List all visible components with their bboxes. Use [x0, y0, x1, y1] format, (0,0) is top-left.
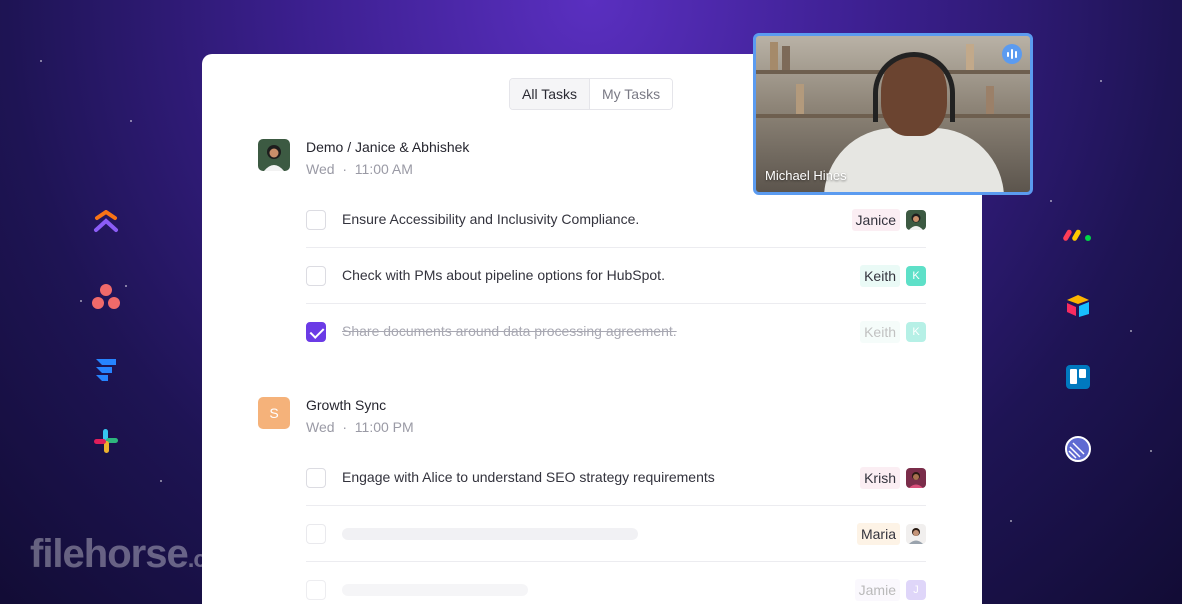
task-row: Maria — [306, 506, 926, 562]
assignee-name: Keith — [860, 265, 900, 287]
meeting-day: Wed — [306, 419, 335, 435]
separator-dot: · — [342, 161, 347, 177]
task-row: Engage with Alice to understand SEO stra… — [306, 450, 926, 506]
task-checkbox[interactable] — [306, 266, 326, 286]
task-text[interactable]: Engage with Alice to understand SEO stra… — [342, 469, 715, 485]
task-text[interactable]: Ensure Accessibility and Inclusivity Com… — [342, 211, 639, 227]
assignee-name: Maria — [856, 523, 900, 545]
avatar: K — [906, 266, 926, 286]
tab-all-tasks[interactable]: All Tasks — [510, 79, 590, 109]
task-row: Share documents around data processing a… — [306, 304, 926, 360]
book — [966, 44, 974, 70]
avatar: S — [258, 397, 290, 429]
participant-name: Michael Hines — [765, 168, 847, 183]
task-checkbox[interactable] — [306, 468, 326, 488]
meeting-time: Wed · 11:00 AM — [306, 161, 413, 177]
jira-icon[interactable] — [91, 354, 121, 384]
assignee-name: Jamie — [854, 579, 900, 601]
asana-icon[interactable] — [91, 282, 121, 312]
watermark-suffix: .com — [187, 546, 241, 573]
separator-dot: · — [342, 419, 347, 435]
assignee[interactable]: Keith K — [860, 321, 926, 343]
book — [770, 42, 778, 70]
avatar — [906, 468, 926, 488]
airtable-icon[interactable] — [1063, 290, 1093, 320]
book — [986, 86, 994, 114]
slack-icon[interactable] — [91, 426, 121, 456]
watermark-text: filehorse — [30, 532, 189, 576]
linear-icon[interactable] — [1063, 434, 1093, 464]
watermark: filehorse.com — [30, 532, 241, 577]
headset — [873, 52, 955, 122]
avatar — [906, 210, 926, 230]
assignee-name: Keith — [860, 321, 900, 343]
video-call-tile[interactable]: Michael Hines — [753, 33, 1033, 195]
loading-placeholder — [342, 528, 638, 540]
assignee[interactable]: Krish — [860, 467, 926, 489]
task-row: Ensure Accessibility and Inclusivity Com… — [306, 192, 926, 248]
meeting-title[interactable]: Demo / Janice & Abhishek — [306, 139, 469, 155]
assignee[interactable]: Jamie J — [854, 579, 926, 601]
avatar — [906, 524, 926, 544]
meeting-title[interactable]: Growth Sync — [306, 397, 386, 413]
avatar — [258, 139, 290, 171]
monday-icon[interactable] — [1063, 218, 1093, 248]
participant-body — [824, 128, 1004, 192]
clickup-icon[interactable] — [91, 210, 121, 240]
loading-placeholder — [342, 584, 528, 596]
avatar: J — [906, 580, 926, 600]
meeting-clock: 11:00 PM — [354, 419, 414, 435]
assignee-name: Janice — [851, 209, 900, 231]
assignee-name: Krish — [860, 467, 900, 489]
task-row: Check with PMs about pipeline options fo… — [306, 248, 926, 304]
meeting-time: Wed · 11:00 PM — [306, 419, 414, 435]
task-text[interactable]: Share documents around data processing a… — [342, 323, 677, 339]
task-checkbox-checked[interactable] — [306, 322, 326, 342]
meeting-clock: 11:00 AM — [354, 161, 413, 177]
book — [782, 46, 790, 70]
trello-icon[interactable] — [1063, 362, 1093, 392]
task-checkbox[interactable] — [306, 580, 326, 600]
avatar: K — [906, 322, 926, 342]
task-checkbox[interactable] — [306, 210, 326, 230]
meeting-day: Wed — [306, 161, 335, 177]
book — [796, 84, 804, 114]
assignee[interactable]: Janice — [851, 209, 926, 231]
audio-indicator-icon — [1002, 44, 1022, 64]
tab-my-tasks[interactable]: My Tasks — [589, 79, 673, 109]
assignee[interactable]: Maria — [856, 523, 926, 545]
task-filter-tabs: All Tasks My Tasks — [509, 78, 674, 110]
task-row: Jamie J — [306, 562, 926, 604]
task-text[interactable]: Check with PMs about pipeline options fo… — [342, 267, 665, 283]
task-checkbox[interactable] — [306, 524, 326, 544]
assignee[interactable]: Keith K — [860, 265, 926, 287]
